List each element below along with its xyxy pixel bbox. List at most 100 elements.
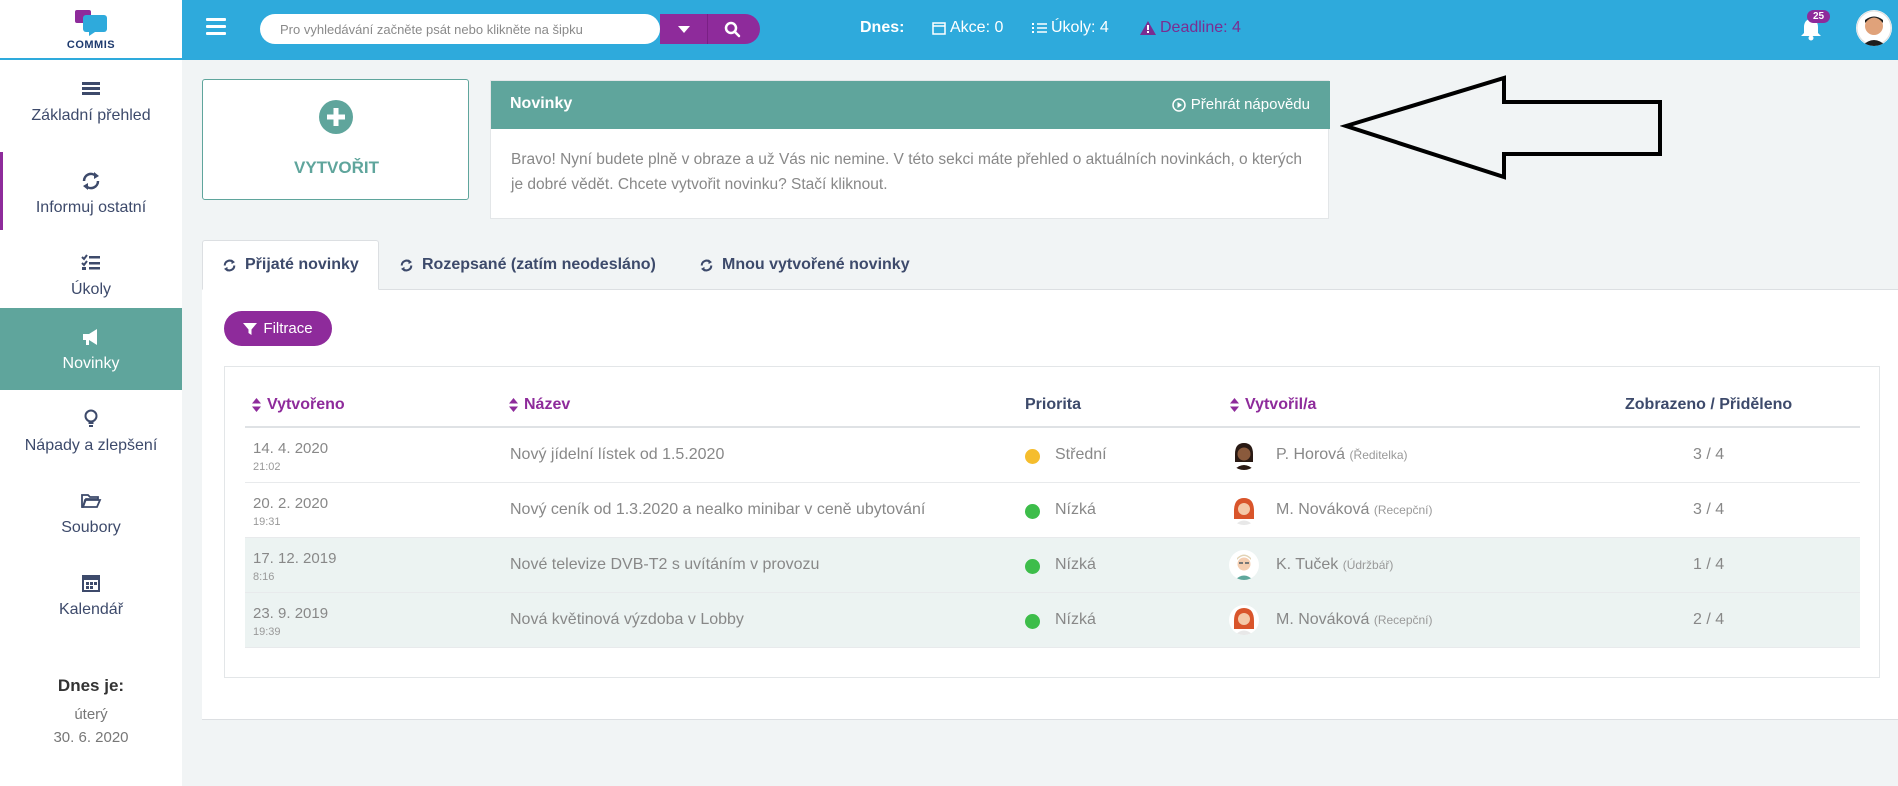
logo-icon (75, 10, 107, 36)
column-header-views: Zobrazeno / Přiděleno (1625, 396, 1792, 414)
row-views: 1 / 4 (1693, 556, 1725, 573)
sort-icon (1230, 398, 1239, 412)
folder-icon (81, 494, 102, 508)
sidebar-item-ukoly[interactable]: Úkoly (0, 234, 182, 316)
author-avatar (1229, 495, 1259, 525)
menu-toggle-icon[interactable] (206, 18, 226, 36)
akce-stat[interactable]: Akce: 0 (932, 19, 1003, 37)
row-time: 21:02 (253, 461, 281, 473)
user-avatar-icon (1856, 10, 1892, 46)
row-views: 3 / 4 (1693, 501, 1725, 518)
row-date: 17. 12. 2019 (253, 550, 337, 567)
play-circle-icon (1171, 97, 1186, 112)
tab-rozepsane[interactable]: Rozepsané (zatím neodesláno) (380, 240, 675, 290)
filter-button[interactable]: Filtrace (224, 311, 332, 346)
ukoly-text: Úkoly: 4 (1051, 19, 1109, 36)
row-time: 8:16 (253, 571, 275, 583)
row-author: M. Nováková (Recepční) (1276, 611, 1433, 629)
author-name: M. Nováková (1276, 611, 1370, 628)
priority-dot (1025, 449, 1040, 464)
play-help-text: Přehrát nápovědu (1190, 96, 1310, 113)
tasks-icon (1032, 23, 1047, 33)
search-input[interactable] (260, 14, 660, 44)
user-avatar[interactable] (1856, 10, 1892, 46)
filter-label: Filtrace (263, 320, 313, 337)
tab-mnou-vytvorene[interactable]: Mnou vytvořené novinky (680, 240, 929, 290)
row-author: K. Tuček (Údržbář) (1276, 556, 1393, 574)
sidebar-item-label: Základní přehled (31, 107, 151, 124)
plus-circle-icon (319, 100, 353, 134)
row-priority: Nízká (1055, 556, 1096, 573)
row-time: 19:39 (253, 626, 281, 638)
deadline-text: Deadline: 4 (1160, 19, 1241, 36)
table-row[interactable]: 23. 9. 2019 19:39 Nová květinová výzdoba… (245, 593, 1860, 648)
sidebar-item-label: Úkoly (70, 281, 111, 298)
priority-dot (1025, 559, 1040, 574)
sync-icon (82, 172, 100, 190)
author-avatar (1229, 605, 1259, 635)
author-name: P. Horová (1276, 446, 1346, 463)
column-header-created[interactable]: Vytvořeno (252, 396, 345, 414)
search-icon (724, 21, 741, 38)
sidebar-item-novinky[interactable]: Novinky (0, 308, 182, 390)
author-role: (Údržbář) (1342, 558, 1394, 572)
row-author: M. Nováková (Recepční) (1276, 501, 1433, 519)
create-button[interactable]: VYTVOŘIT (202, 79, 469, 200)
filter-icon (243, 322, 258, 335)
author-avatar-icon (1229, 440, 1259, 470)
sidebar-item-label: Nápady a zlepšení (24, 437, 158, 454)
author-role: (Ředitelka) (1349, 448, 1408, 462)
author-avatar-icon (1229, 550, 1259, 580)
play-help-link[interactable]: Přehrát nápovědu (1171, 96, 1310, 113)
priority-dot (1025, 504, 1040, 519)
topbar: COMMIS Dnes: Akce: 0 Úkoly: 4 Deadline: … (0, 0, 1898, 60)
create-label: VYTVOŘIT (293, 158, 379, 177)
list-icon (82, 82, 100, 95)
ukoly-stat[interactable]: Úkoly: 4 (1032, 19, 1109, 37)
column-header-label: Priorita (1025, 396, 1082, 413)
row-title: Nový ceník od 1.3.2020 a nealko minibar … (510, 501, 926, 518)
tab-label: Rozepsané (zatím neodesláno) (422, 256, 656, 273)
notification-badge: 25 (1807, 10, 1831, 23)
column-header-name[interactable]: Název (509, 396, 570, 414)
author-avatar-icon (1229, 605, 1259, 635)
row-title: Nový jídelní lístek od 1.5.2020 (510, 446, 725, 463)
column-header-label: Vytvořeno (267, 396, 345, 413)
sidebar-item-label: Kalendář (58, 601, 124, 618)
tab-prijate-novinky[interactable]: Přijaté novinky (202, 240, 379, 290)
author-name: M. Nováková (1276, 501, 1370, 518)
deadline-stat[interactable]: Deadline: 4 (1140, 19, 1241, 37)
column-header-label: Název (524, 396, 571, 413)
author-avatar (1229, 550, 1259, 580)
sidebar-item-soubory[interactable]: Soubory (0, 472, 182, 554)
table-row[interactable]: 17. 12. 2019 8:16 Nové televize DVB-T2 s… (245, 538, 1860, 593)
search-button[interactable] (708, 14, 760, 44)
tab-label: Mnou vytvořené novinky (722, 256, 910, 273)
logo-text: COMMIS (66, 39, 116, 51)
arrow-annotation (1340, 75, 1662, 180)
calendar-icon (82, 575, 100, 592)
sidebar-item-napady[interactable]: Nápady a zlepšení (0, 390, 182, 472)
table-row[interactable]: 14. 4. 2020 21:02 Nový jídelní lístek od… (245, 428, 1860, 483)
lightbulb-icon (84, 409, 98, 427)
today-day: úterý (74, 706, 108, 723)
sidebar-item-kalendar[interactable]: Kalendář (0, 554, 182, 636)
priority-dot (1025, 614, 1040, 629)
news-card-header: Novinky Přehrát nápovědu (491, 81, 1330, 129)
logo[interactable]: COMMIS (0, 0, 182, 60)
news-card-title: Novinky (510, 95, 573, 112)
calendar-icon (932, 22, 946, 35)
row-priority: Nízká (1055, 501, 1096, 518)
row-views: 2 / 4 (1693, 611, 1725, 628)
caret-down-icon (678, 26, 690, 33)
search-dropdown-button[interactable] (660, 14, 708, 44)
sidebar-item-informuj-ostatni[interactable]: Informuj ostatní (0, 152, 182, 234)
row-date: 23. 9. 2019 (253, 605, 329, 622)
sync-icon (400, 258, 413, 272)
column-header-author[interactable]: Vytvořil/a (1230, 396, 1316, 414)
author-role: (Recepční) (1373, 613, 1433, 627)
row-time: 19:31 (253, 516, 281, 528)
author-role: (Recepční) (1373, 503, 1433, 517)
sidebar-item-zakladni-prehled[interactable]: Základní přehled (0, 60, 182, 142)
table-row[interactable]: 20. 2. 2020 19:31 Nový ceník od 1.3.2020… (245, 483, 1860, 538)
